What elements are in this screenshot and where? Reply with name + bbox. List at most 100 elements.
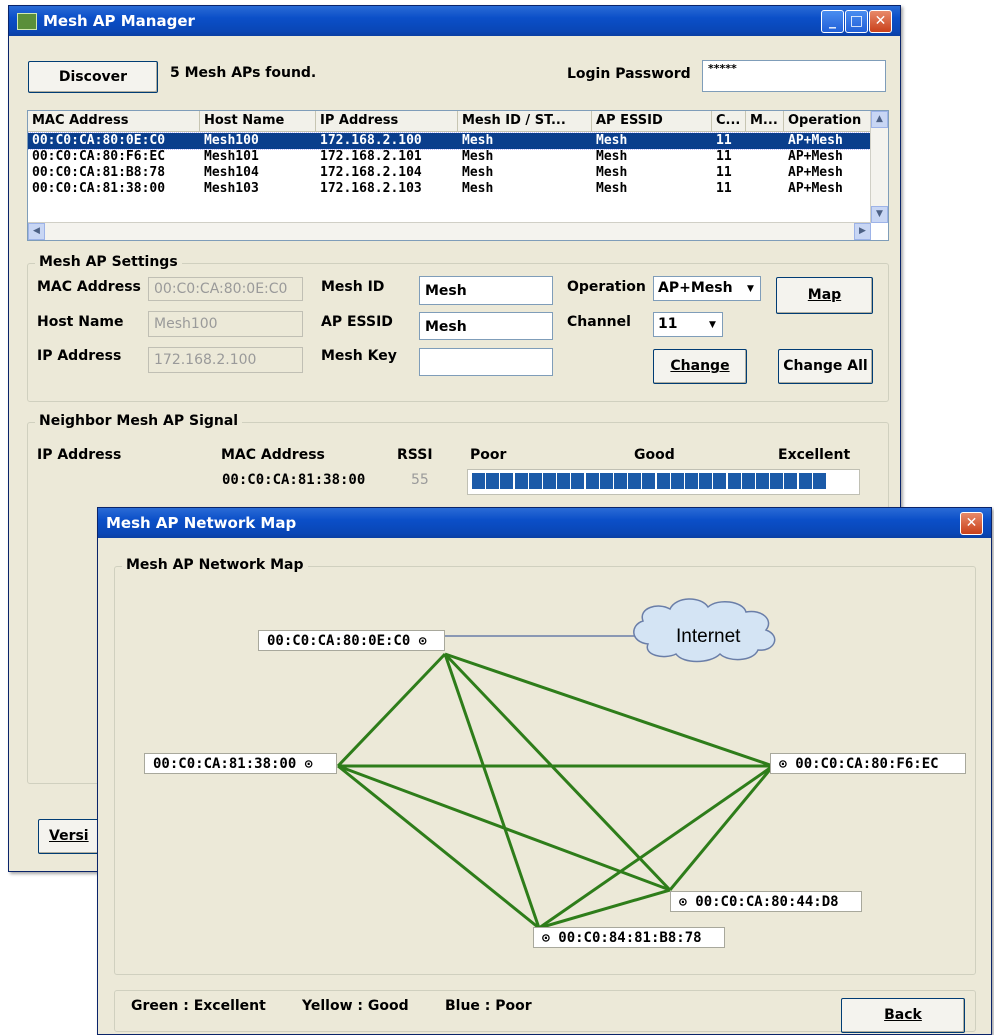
cell-host: Mesh103 [204,181,259,196]
meshid-field[interactable]: Mesh [419,276,553,305]
node-radio-icon: ⊙ [542,931,550,946]
signal-segment [685,473,698,489]
table-row[interactable]: 00:C0:CA:81:38:00 Mesh103 172.168.2.103 … [28,181,870,197]
cell-channel: 11 [716,165,732,180]
cell-channel: 11 [716,149,732,164]
signal-segment [486,473,500,489]
legend-green: Green : Excellent [131,998,266,1014]
table-row[interactable]: 00:C0:CA:80:0E:C0 Mesh100 172.168.2.100 … [28,132,871,150]
neighbor-group-title: Neighbor Mesh AP Signal [35,413,243,429]
cell-ip: 172.168.2.100 [320,133,422,148]
cell-mac: 00:C0:CA:81:38:00 [32,181,166,196]
chevron-down-icon[interactable]: ▼ [705,315,720,334]
password-field[interactable]: ***** [702,60,886,92]
change-all-button[interactable]: Change All [778,349,873,384]
col-m[interactable]: M... [746,111,784,131]
ap-list[interactable]: MAC Address Host Name IP Address Mesh ID… [27,110,889,241]
signal-segment [528,473,542,489]
meshid-label: Mesh ID [321,279,385,295]
link-line [443,653,541,929]
scroll-down-icon[interactable]: ▼ [871,206,888,223]
discover-button[interactable]: Discover [28,61,158,93]
ip-label: IP Address [37,348,122,364]
signal-segment [571,473,585,489]
scroll-right-icon[interactable]: ▶ [854,223,871,240]
cell-meshid: Mesh [462,181,494,196]
cell-ip: 172.168.2.104 [320,165,422,180]
channel-select[interactable]: 11 ▼ [653,312,723,337]
table-row[interactable]: 00:C0:CA:81:B8:78 Mesh104 172.168.2.104 … [28,165,870,181]
cell-essid: Mesh [596,149,628,164]
back-button[interactable]: Back [841,998,965,1033]
cell-operation: AP+Mesh [788,149,843,164]
cell-mac: 00:C0:CA:81:B8:78 [32,165,166,180]
map-node[interactable]: 00:C0:CA:81:38:00 ⊙ [144,753,337,774]
col-mac[interactable]: MAC Address [28,111,200,131]
operation-label: Operation [567,279,646,295]
signal-segment [500,473,514,489]
cell-operation: AP+Mesh [788,165,843,180]
list-horizontal-scrollbar[interactable]: ◀ ▶ [28,222,871,240]
scroll-left-icon[interactable]: ◀ [28,223,45,240]
col-essid[interactable]: AP ESSID [592,111,712,131]
cell-m [746,181,784,197]
signal-segment [756,473,769,489]
signal-segment [713,473,727,489]
cell-ip: 172.168.2.103 [320,181,422,196]
map-button[interactable]: Map [776,277,873,314]
cell-host: Mesh104 [204,165,259,180]
signal-segment [557,473,571,489]
manager-titlebar[interactable]: Mesh AP Manager _ □ ✕ [9,6,900,36]
scroll-up-icon[interactable]: ▲ [871,111,888,128]
col-ip[interactable]: IP Address [316,111,458,131]
operation-select[interactable]: AP+Mesh ▼ [653,276,761,301]
signal-segment [642,473,656,489]
manager-title: Mesh AP Manager [43,12,195,30]
signal-segment [784,473,798,489]
cell-host: Mesh101 [204,149,259,164]
table-row[interactable]: 00:C0:CA:80:F6:EC Mesh101 172.168.2.101 … [28,149,870,165]
col-meshid[interactable]: Mesh ID / ST... [458,111,592,131]
maximize-icon[interactable]: □ [845,10,868,33]
change-button[interactable]: Change [653,349,747,384]
cell-m [746,165,784,181]
map-node[interactable]: ⊙ 00:C0:84:81:B8:78 [533,927,725,948]
cell-m [746,133,784,149]
neighbor-ip-header: IP Address [37,447,122,463]
map-node[interactable]: ⊙ 00:C0:CA:80:F6:EC [770,753,966,774]
cell-essid: Mesh [596,181,628,196]
node-radio-icon: ⊙ [418,634,427,649]
signal-segment [599,473,613,489]
cell-meshid: Mesh [462,133,494,148]
signal-segment [585,473,599,489]
signal-segment [614,473,627,489]
map-node[interactable]: 00:C0:CA:80:0E:C0 ⊙ [258,630,445,651]
cell-essid: Mesh [596,133,628,148]
link-line [337,764,540,930]
link-line [336,652,447,768]
chevron-down-icon[interactable]: ▼ [743,279,758,298]
close-icon[interactable]: ✕ [869,10,892,33]
signal-strength-bar [467,469,860,495]
list-vertical-scrollbar[interactable]: ▲ ▼ [870,111,888,223]
meshkey-field[interactable] [419,348,553,376]
status-text: 5 Mesh APs found. [169,58,557,92]
node-radio-icon: ⊙ [679,895,687,910]
essid-field[interactable]: Mesh [419,312,553,340]
cell-operation: AP+Mesh [788,133,843,148]
col-host[interactable]: Host Name [200,111,316,131]
signal-segment [770,473,784,489]
map-node[interactable]: ⊙ 00:C0:CA:80:44:D8 [670,891,862,912]
signal-segment [727,473,741,489]
cell-host: Mesh100 [204,133,259,148]
neighbor-mac-header: MAC Address [221,447,325,463]
internet-label: Internet [676,626,741,647]
neighbor-mac: 00:C0:CA:81:38:00 [222,472,366,488]
cell-meshid: Mesh [462,149,494,164]
col-channel[interactable]: C... [712,111,746,131]
cell-essid: Mesh [596,165,628,180]
signal-segment [812,473,826,489]
minimize-icon[interactable]: _ [821,10,844,33]
node-radio-icon: ⊙ [304,757,313,772]
col-operation[interactable]: Operation [784,111,870,131]
